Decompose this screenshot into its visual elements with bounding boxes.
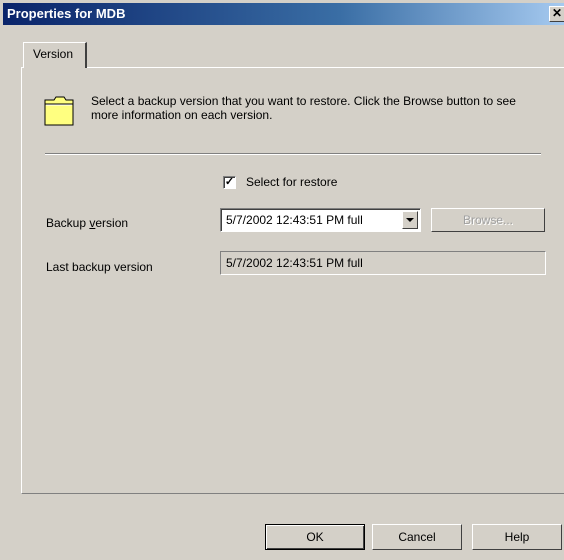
browse-button[interactable]: Browse... [431,208,545,232]
last-backup-version-field: 5/7/2002 12:43:51 PM full [220,251,546,275]
separator-line [45,153,541,155]
title-bar[interactable]: Properties for MDB ✕ [3,3,564,25]
backup-version-label-end: ersion [95,216,129,230]
backup-version-label: Backup version [46,216,128,230]
ok-button[interactable]: OK [265,524,365,550]
help-button[interactable]: Help [472,524,562,550]
backup-version-select[interactable]: 5/7/2002 12:43:51 PM full [220,208,421,232]
tab-version[interactable]: Version [23,42,87,68]
last-backup-version-label: Last backup version [46,260,153,274]
backup-version-label-start: Backup [46,216,90,230]
select-for-restore-checkbox[interactable]: ✓ [223,176,236,189]
chevron-down-icon[interactable] [402,211,418,229]
tab-panel [21,67,564,494]
close-icon[interactable]: ✕ [549,6,564,22]
properties-dialog: Properties for MDB ✕ Version Select a ba… [0,0,564,560]
backup-version-value: 5/7/2002 12:43:51 PM full [226,213,363,227]
folder-icon [44,96,74,126]
window-title: Properties for MDB [7,6,126,21]
select-for-restore-label[interactable]: Select for restore [246,175,337,189]
cancel-button[interactable]: Cancel [372,524,462,550]
info-text: Select a backup version that you want to… [91,94,516,122]
tab-version-label: Version [33,47,74,61]
